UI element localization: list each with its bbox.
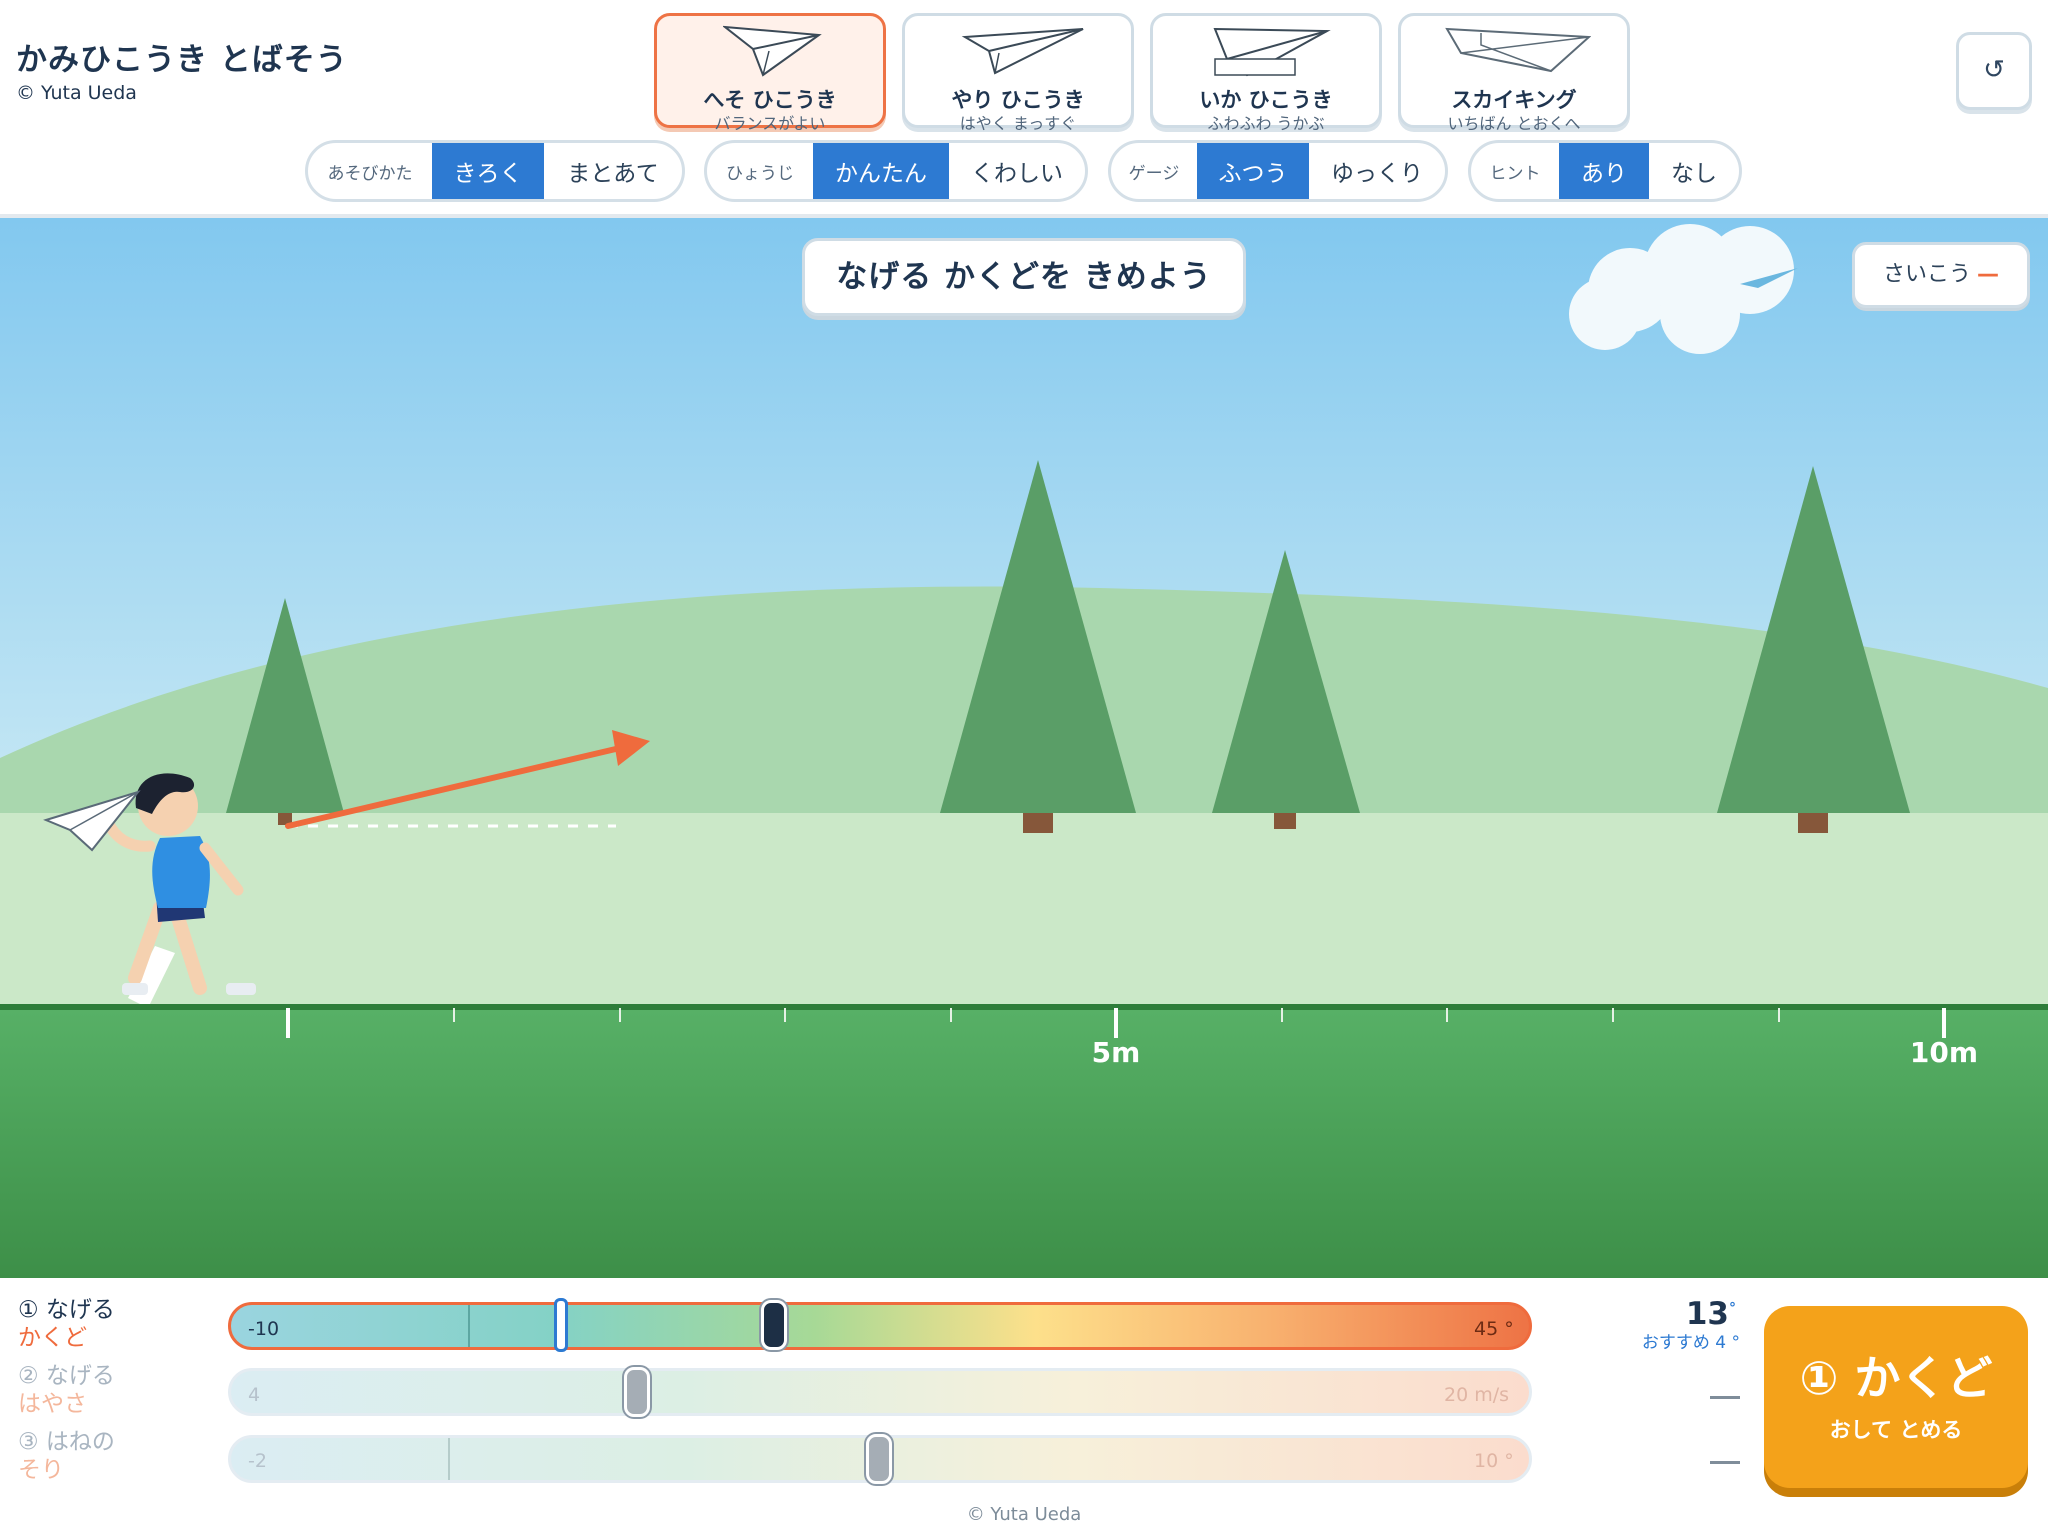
- hint-label: ヒント: [1489, 163, 1541, 184]
- tick-minor: [1612, 1008, 1614, 1022]
- tick-minor: [950, 1008, 952, 1022]
- plane-card-ika[interactable]: いか ひこうき ふわふわ うかぶ: [1150, 13, 1382, 133]
- distance-label-10m: 10m: [1909, 1036, 1979, 1069]
- tick-minor: [619, 1008, 621, 1022]
- distance-label-5m: 5m: [1091, 1036, 1141, 1069]
- footer-credit: © Yuta Ueda: [966, 1504, 1082, 1525]
- ground-area: [0, 1004, 2048, 1278]
- app-credit: © Yuta Ueda: [16, 82, 137, 104]
- reset-icon: ↺: [1983, 55, 2005, 85]
- plane-desc: バランスがよい: [714, 114, 826, 133]
- gauge-option-slow[interactable]: ゆっくり: [1309, 143, 1445, 199]
- recommended-angle: おすすめ 4 °: [1641, 1333, 1740, 1353]
- bend-step: ③ はねの: [18, 1429, 115, 1455]
- best-record-badge: さいこう —: [1852, 242, 2030, 308]
- display-selector: ひょうじ かんたん くわしい: [704, 140, 1088, 202]
- bend-name: そり: [18, 1457, 64, 1483]
- paper-plane-icon: [723, 25, 822, 77]
- display-label: ひょうじ: [726, 163, 794, 184]
- tick-minor: [1778, 1008, 1780, 1022]
- tick-minor: [784, 1008, 786, 1022]
- display-option-simple[interactable]: かんたん: [813, 143, 949, 199]
- gauge-label: ゲージ: [1128, 163, 1180, 184]
- bend-value-dash: [1710, 1461, 1740, 1464]
- speed-min-label: 4: [248, 1384, 261, 1406]
- mode-option-target[interactable]: まとあて: [544, 143, 682, 199]
- app-title: かみひこうき とばそう: [16, 42, 348, 78]
- paper-plane-icon: [1213, 27, 1331, 77]
- plane-desc: はやく まっすぐ: [959, 114, 1077, 133]
- paper-plane-icon: [961, 28, 1084, 75]
- instruction-banner: なげる かくどを きめよう: [802, 238, 1246, 316]
- tick-minor: [1446, 1008, 1448, 1022]
- display-option-detailed[interactable]: くわしい: [949, 143, 1085, 199]
- best-record-value: —: [1977, 262, 1999, 287]
- tick-major: [1114, 1008, 1118, 1038]
- hint-selector: ヒント あり なし: [1468, 140, 1742, 202]
- angle-name: かくど: [18, 1325, 87, 1351]
- bend-slider-handle[interactable]: [866, 1434, 892, 1484]
- speed-name: はやさ: [18, 1391, 87, 1417]
- angle-step: ① なげる: [18, 1297, 115, 1323]
- bend-max-label: 10 °: [1474, 1450, 1514, 1472]
- plane-card-yari[interactable]: やり ひこうき はやく まっすぐ: [902, 13, 1134, 133]
- stop-angle-button[interactable]: ① かくど おして とめる: [1764, 1306, 2028, 1488]
- mode-selector: あそびかた きろく まとあて: [305, 140, 685, 202]
- mode-label: あそびかた: [327, 163, 413, 184]
- hint-option-off[interactable]: なし: [1649, 143, 1739, 199]
- bend-zero-marker: [448, 1438, 450, 1480]
- action-subtitle: おして とめる: [1829, 1418, 1963, 1442]
- angle-slider-handle[interactable]: [761, 1300, 787, 1350]
- paper-plane-icon: [1445, 27, 1591, 73]
- best-record-label: さいこう: [1882, 262, 1971, 287]
- plane-desc: ふわふわ うかぶ: [1207, 114, 1325, 133]
- angle-zero-marker: [468, 1305, 470, 1347]
- angle-hint-marker: [554, 1298, 568, 1352]
- bend-control-label: ③ はねの そり: [18, 1428, 115, 1484]
- speed-gauge[interactable]: [228, 1368, 1532, 1416]
- angle-control-label: ① なげる かくど: [18, 1296, 115, 1352]
- angle-gauge[interactable]: [228, 1302, 1532, 1350]
- plane-card-skyking[interactable]: スカイキング いちばん とおくへ: [1398, 13, 1630, 133]
- angle-value: 13: [1685, 1296, 1729, 1332]
- gauge-option-normal[interactable]: ふつう: [1197, 143, 1309, 199]
- hint-option-on[interactable]: あり: [1559, 143, 1649, 199]
- plane-card-heso[interactable]: へそ ひこうき バランスがよい: [654, 13, 886, 133]
- action-title: ① かくど: [1799, 1351, 1993, 1405]
- reset-button[interactable]: ↺: [1956, 32, 2032, 110]
- speed-step: ② なげる: [18, 1363, 115, 1389]
- tick-minor: [1281, 1008, 1283, 1022]
- tick-start: [286, 1008, 290, 1038]
- angle-unit: °: [1729, 1300, 1736, 1317]
- angle-value-readout: 13°: [1636, 1296, 1736, 1332]
- tick-major: [1942, 1008, 1946, 1038]
- gauge-selector: ゲージ ふつう ゆっくり: [1108, 140, 1448, 202]
- plane-desc: いちばん とおくへ: [1447, 114, 1581, 133]
- bend-min-label: -2: [248, 1450, 267, 1472]
- mode-option-record[interactable]: きろく: [432, 143, 544, 199]
- tick-minor: [453, 1008, 455, 1022]
- angle-max-label: 45 °: [1474, 1318, 1514, 1340]
- speed-control-label: ② なげる はやさ: [18, 1362, 115, 1418]
- speed-value-dash: [1710, 1396, 1740, 1399]
- angle-min-label: -10: [248, 1318, 280, 1340]
- speed-max-label: 20 m/s: [1444, 1384, 1510, 1406]
- speed-slider-handle[interactable]: [624, 1367, 650, 1417]
